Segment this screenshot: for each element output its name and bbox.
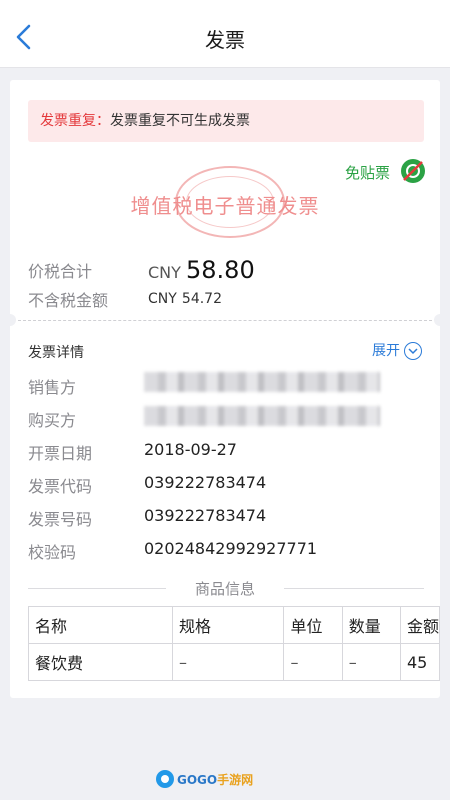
brand-logo-icon — [156, 770, 174, 788]
notice-label: 发票重复： — [40, 113, 110, 129]
total-currency: CNY — [148, 263, 181, 282]
header-name: 名称 — [28, 606, 173, 644]
expand-toggle[interactable]: 展开 — [372, 340, 422, 360]
total-value: 58.80 — [186, 256, 255, 284]
header-quantity: 数量 — [341, 606, 401, 644]
chevron-down-icon — [404, 342, 422, 360]
free-stamp-label: 免贴票 — [344, 164, 390, 182]
header-amount: 金额 — [399, 606, 440, 644]
issue-date-label: 开票日期 — [28, 444, 93, 463]
header-spec: 规格 — [171, 606, 285, 644]
cell-spec: – — [171, 643, 285, 681]
nav-bar: 发票 — [0, 0, 450, 68]
duplicate-notice: 发票重复：发票重复不可生成发票 — [28, 100, 424, 142]
check-code-value: 02024842992927771 — [144, 539, 318, 558]
invoice-type-title: 增值税电子普通发票 — [130, 194, 320, 218]
left-notch — [10, 314, 16, 326]
total-amount: CNY 58.80 — [148, 256, 255, 284]
brand-watermark: GOGO手游网 — [156, 770, 253, 788]
check-code-label: 校验码 — [28, 543, 77, 562]
invoice-number-label: 发票号码 — [28, 510, 93, 529]
notice-text: 发票重复不可生成发票 — [110, 113, 250, 129]
issue-date-value: 2018-09-27 — [144, 440, 237, 459]
buyer-value-redacted — [144, 406, 380, 426]
goods-section-title: 商品信息 — [194, 580, 255, 598]
details-section-title: 发票详情 — [28, 345, 84, 361]
page-title: 发票 — [205, 28, 245, 52]
goods-table: 名称 规格 单位 数量 金额 餐饮费 – – – 45 — [28, 606, 440, 681]
brand-text: GOGO手游网 — [177, 772, 254, 787]
header-unit: 单位 — [283, 606, 343, 644]
invoice-card: 发票重复：发票重复不可生成发票 免贴票 增值税电子普通发票 价税合计 CNY 5… — [10, 80, 440, 698]
invoice-code-label: 发票代码 — [28, 477, 93, 496]
pretax-value: 54.72 — [181, 291, 222, 307]
cell-name: 餐饮费 — [28, 643, 173, 681]
expand-label: 展开 — [372, 343, 400, 359]
perforation-divider — [18, 320, 432, 321]
right-notch — [434, 314, 440, 326]
invoice-code-value: 039222783474 — [144, 473, 267, 492]
buyer-label: 购买方 — [28, 411, 77, 430]
total-label: 价税合计 — [28, 262, 93, 281]
no-stamp-icon — [401, 159, 425, 183]
table-row: 餐饮费 – – – 45 — [28, 643, 440, 681]
table-header-row: 名称 规格 单位 数量 金额 — [28, 606, 440, 644]
cell-unit: – — [283, 643, 343, 681]
pretax-label: 不含税金额 — [28, 291, 109, 310]
seller-value-redacted — [144, 372, 380, 392]
cell-amount: 45 — [399, 643, 440, 681]
cell-quantity: – — [341, 643, 401, 681]
pretax-currency: CNY — [148, 291, 177, 307]
seller-label: 销售方 — [28, 378, 77, 397]
pretax-amount: CNY 54.72 — [148, 288, 222, 307]
invoice-number-value: 039222783474 — [144, 506, 267, 525]
